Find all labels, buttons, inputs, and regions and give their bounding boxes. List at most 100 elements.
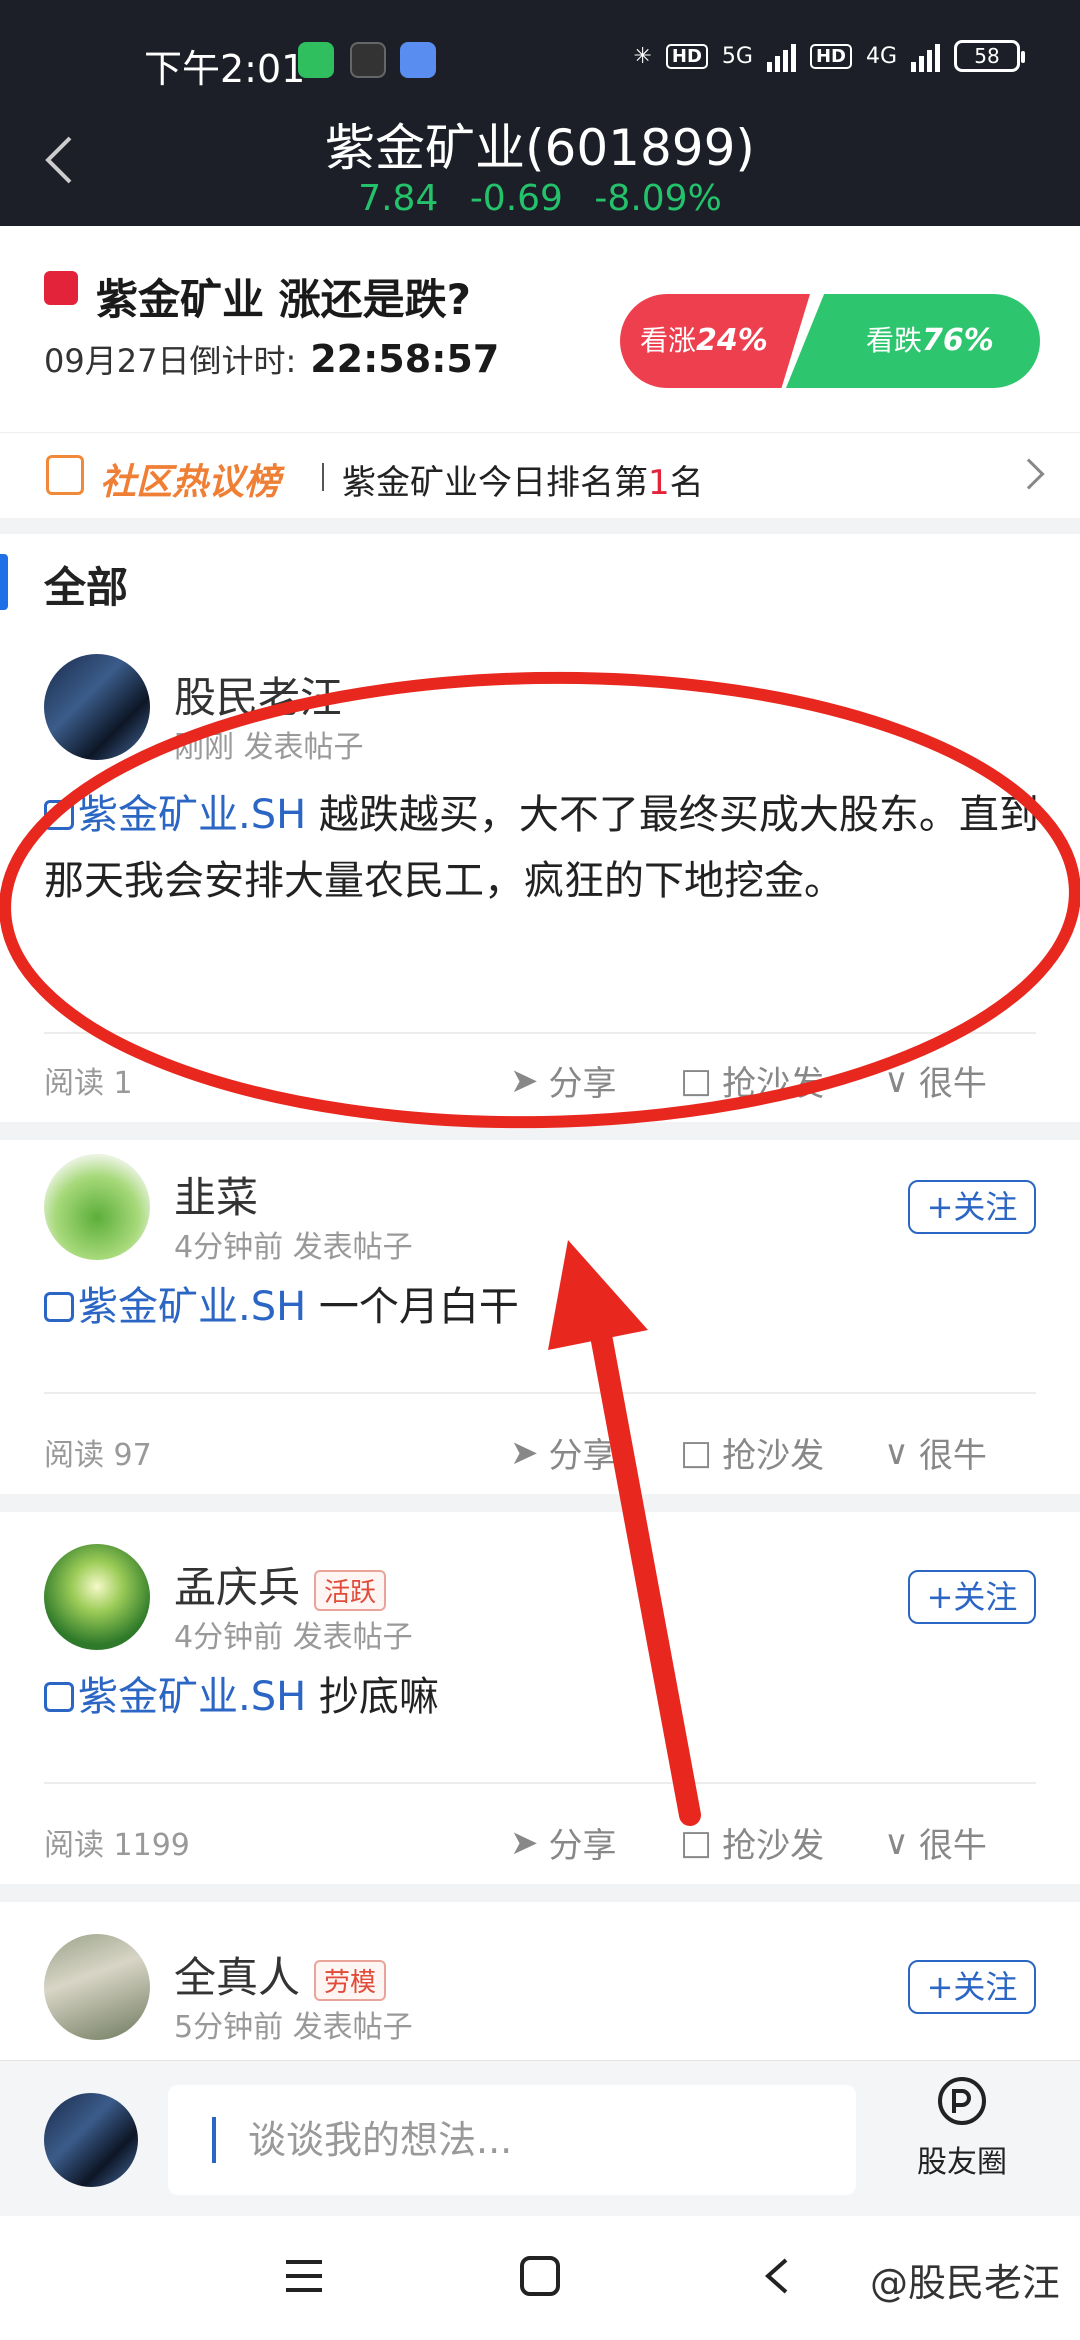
rank-suffix: 名 bbox=[669, 463, 704, 503]
stock-change-pct: -8.09% bbox=[594, 178, 722, 219]
phone-call-icon bbox=[298, 42, 334, 78]
stock-circle-button[interactable]: 股友圈 bbox=[912, 2073, 1012, 2181]
my-avatar[interactable] bbox=[44, 2093, 138, 2187]
hd-badge-2: HD bbox=[809, 43, 852, 69]
post-item[interactable]: 股民老汪 刚刚 发表帖子 紫金矿业.SH 越跌越买，大不了最终买成大股东。直到那… bbox=[0, 654, 1080, 1104]
signal-icon bbox=[766, 40, 796, 72]
tab-all[interactable]: 全部 bbox=[44, 554, 128, 615]
vote-question: 紫金矿业 涨还是跌? bbox=[96, 275, 471, 324]
countdown-label: 09月27日倒计时: bbox=[44, 342, 297, 380]
vote-card: 紫金矿业 涨还是跌? 09月27日倒计时: 22:58:57 看涨24% 看跌76… bbox=[0, 226, 1080, 432]
author-name[interactable]: 孟庆兵 活跃 bbox=[174, 1554, 387, 1615]
stock-tag-icon bbox=[44, 1682, 74, 1712]
top-header: 下午2:01 ✳ HD 5G HD 4G 58 紫金矿业(601899) 7.8… bbox=[0, 0, 1080, 226]
rank-number: 1 bbox=[648, 463, 670, 503]
stock-change: -0.69 bbox=[469, 178, 563, 219]
post-meta: 4分钟前 发表帖子 bbox=[174, 1230, 413, 1265]
post-item[interactable]: 孟庆兵 活跃 4分钟前 发表帖子 +关注 紫金矿业.SH 抄底嘛 阅读 1199 … bbox=[0, 1544, 1080, 1904]
bull-reaction-button[interactable]: ∨ 很牛 bbox=[884, 1818, 987, 1867]
share-label: 分享 bbox=[548, 1436, 617, 1476]
divider bbox=[322, 463, 324, 491]
stock-tag[interactable]: 紫金矿业.SH bbox=[78, 792, 306, 838]
author-name[interactable]: 韭菜 bbox=[174, 1164, 258, 1225]
divider bbox=[44, 1032, 1036, 1034]
bull-reaction-button[interactable]: ∨ 很牛 bbox=[884, 1056, 987, 1105]
home-icon[interactable] bbox=[518, 2254, 562, 2298]
avatar[interactable] bbox=[44, 1154, 150, 1260]
circle-icon bbox=[938, 2077, 986, 2125]
bull-reaction-label: 很牛 bbox=[918, 1436, 987, 1476]
post-actions: 阅读 1 ➤ 分享 □ 抢沙发 ∨ 很牛 bbox=[44, 1050, 1036, 1110]
post-item[interactable]: 韭菜 4分钟前 发表帖子 +关注 紫金矿业.SH 一个月白干 阅读 97 ➤ 分享… bbox=[0, 1154, 1080, 1534]
vote-bull-button[interactable]: 看涨24% bbox=[620, 294, 810, 388]
post-content[interactable]: 紫金矿业.SH 越跌越买，大不了最终买成大股东。直到那天我会安排大量农民工，疯狂… bbox=[44, 782, 1040, 914]
back-icon[interactable] bbox=[756, 2254, 800, 2298]
author-name[interactable]: 股民老汪 bbox=[174, 664, 342, 725]
countdown: 09月27日倒计时: 22:58:57 bbox=[44, 336, 499, 382]
stock-circle-label: 股友圈 bbox=[917, 2145, 1007, 2180]
rank-text: 紫金矿业今日排名第1名 bbox=[342, 455, 704, 504]
feed-gap bbox=[0, 1122, 1080, 1140]
author-name[interactable]: 全真人 劳模 bbox=[174, 1944, 387, 2005]
countdown-time: 22:58:57 bbox=[310, 337, 500, 381]
comment-label: 抢沙发 bbox=[722, 1064, 825, 1104]
avatar[interactable] bbox=[44, 1544, 150, 1650]
share-button[interactable]: ➤ 分享 bbox=[510, 1818, 617, 1867]
user-badge: 劳模 bbox=[314, 1960, 387, 2001]
battery-icon: 58 bbox=[954, 40, 1025, 72]
divider bbox=[44, 1392, 1036, 1394]
status-bar: 下午2:01 ✳ HD 5G HD 4G 58 bbox=[0, 38, 1080, 91]
watermark: @股民老汪 bbox=[869, 2261, 1060, 2305]
post-actions: 阅读 1199 ➤ 分享 □ 抢沙发 ∨ 很牛 bbox=[44, 1812, 1036, 1872]
comment-button[interactable]: □ 抢沙发 bbox=[680, 1818, 824, 1867]
stock-tag[interactable]: 紫金矿业.SH bbox=[78, 1284, 306, 1330]
follow-button[interactable]: +关注 bbox=[908, 1570, 1036, 1624]
share-icon: ➤ bbox=[510, 1822, 539, 1863]
post-feed: 全部 股民老汪 刚刚 发表帖子 紫金矿业.SH 越跌越买，大不了最终买成大股东。… bbox=[0, 534, 1080, 2064]
author-name-text: 孟庆兵 bbox=[174, 1563, 301, 1612]
network-5g: 5G bbox=[721, 43, 753, 69]
stock-price: 7.84 bbox=[358, 178, 439, 219]
follow-button[interactable]: +关注 bbox=[908, 1960, 1036, 2014]
divider bbox=[44, 1782, 1036, 1784]
feed-gap bbox=[0, 1494, 1080, 1512]
comment-input[interactable]: 谈谈我的想法... bbox=[168, 2085, 856, 2195]
comment-icon: □ bbox=[680, 1822, 713, 1863]
comment-button[interactable]: □ 抢沙发 bbox=[680, 1056, 824, 1105]
stock-quote: 7.84 -0.69 -8.09% bbox=[0, 178, 1080, 219]
status-right: ✳ HD 5G HD 4G 58 bbox=[633, 40, 1025, 72]
post-text: 抄底嘛 bbox=[306, 1674, 439, 1720]
share-button[interactable]: ➤ 分享 bbox=[510, 1428, 617, 1477]
comment-button[interactable]: □ 抢沙发 bbox=[680, 1428, 824, 1477]
avatar[interactable] bbox=[44, 1934, 150, 2040]
post-actions: 阅读 97 ➤ 分享 □ 抢沙发 ∨ 很牛 bbox=[44, 1422, 1036, 1482]
comment-icon: □ bbox=[680, 1060, 713, 1101]
bluetooth-icon: ✳ bbox=[633, 43, 652, 69]
post-content[interactable]: 紫金矿业.SH 一个月白干 bbox=[44, 1274, 1040, 1340]
bear-label: 看跌 bbox=[866, 324, 923, 357]
post-meta: 4分钟前 发表帖子 bbox=[174, 1620, 413, 1655]
read-count: 阅读 1199 bbox=[44, 1828, 190, 1863]
comment-label: 抢沙发 bbox=[722, 1826, 825, 1866]
bull-icon: ∨ bbox=[884, 1432, 909, 1473]
stock-tag[interactable]: 紫金矿业.SH bbox=[78, 1674, 306, 1720]
tab-indicator bbox=[0, 554, 8, 610]
chevron-right-icon bbox=[1013, 458, 1045, 490]
share-label: 分享 bbox=[548, 1826, 617, 1866]
avatar[interactable] bbox=[44, 654, 150, 760]
bull-reaction-button[interactable]: ∨ 很牛 bbox=[884, 1428, 987, 1477]
hot-ranking-row[interactable]: 社区热议榜 紫金矿业今日排名第1名 bbox=[0, 432, 1080, 518]
post-meta: 5分钟前 发表帖子 bbox=[174, 2010, 413, 2045]
app-notification-icon bbox=[400, 42, 436, 78]
network-4g: 4G bbox=[865, 43, 897, 69]
post-content[interactable]: 紫金矿业.SH 抄底嘛 bbox=[44, 1664, 1040, 1730]
vote-bear-button[interactable]: 看跌76% bbox=[786, 294, 1040, 388]
follow-button[interactable]: +关注 bbox=[908, 1180, 1036, 1234]
menu-icon[interactable] bbox=[282, 2254, 326, 2298]
compose-bar: 谈谈我的想法... 股友圈 bbox=[0, 2060, 1080, 2216]
share-button[interactable]: ➤ 分享 bbox=[510, 1056, 617, 1105]
bull-reaction-label: 很牛 bbox=[918, 1826, 987, 1866]
post-text: 一个月白干 bbox=[306, 1284, 519, 1330]
bear-pct: 76% bbox=[922, 323, 994, 358]
post-item[interactable]: 全真人 劳模 5分钟前 发表帖子 +关注 bbox=[0, 1934, 1080, 2064]
